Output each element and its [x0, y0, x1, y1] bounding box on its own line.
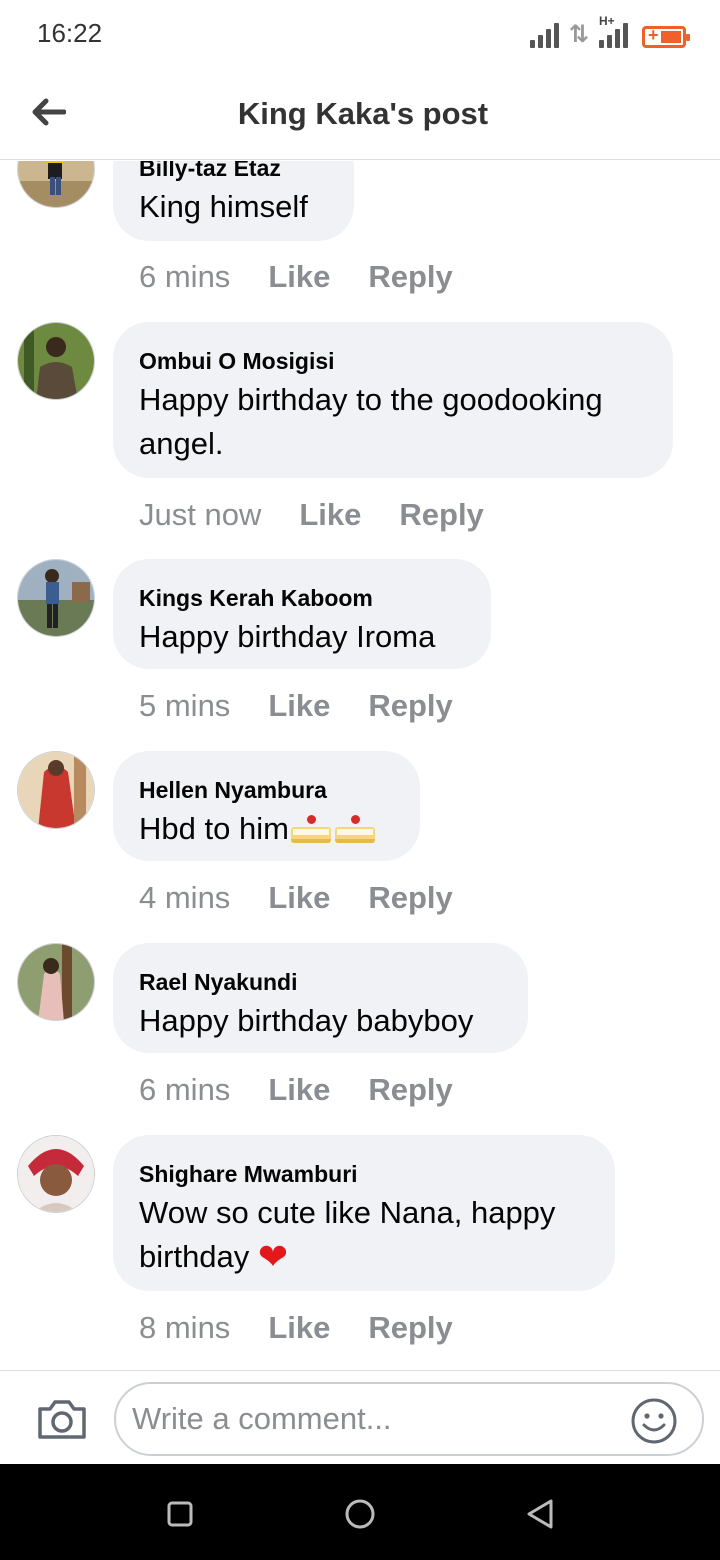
comment-bubble[interactable]: Ombui O Mosigisi Happy birthday to the g…	[113, 322, 673, 478]
comment-meta: 6 mins Like Reply	[139, 257, 453, 297]
avatar[interactable]	[17, 322, 95, 400]
comment-text: Happy birthday to the goodooking angel.	[139, 382, 603, 461]
system-nav-bar	[0, 1464, 720, 1560]
reply-button[interactable]: Reply	[368, 1070, 452, 1110]
heart-emoji-icon: ❤	[257, 1236, 289, 1277]
nav-home-icon	[345, 1499, 375, 1529]
system-back-button[interactable]	[520, 1494, 560, 1534]
reply-button[interactable]: Reply	[368, 1308, 452, 1348]
like-button[interactable]: Like	[268, 878, 330, 918]
comments-list[interactable]: Billy-taz Etaz King himself 6 mins Like …	[0, 161, 720, 1370]
avatar[interactable]	[17, 559, 95, 637]
comment-bubble[interactable]: Billy-taz Etaz King himself	[113, 161, 354, 241]
reply-button[interactable]: Reply	[368, 686, 452, 726]
comment-meta: 6 mins Like Reply	[139, 1070, 453, 1110]
comment-text: Happy birthday Iroma	[139, 619, 436, 654]
reply-button[interactable]: Reply	[368, 257, 452, 297]
battery-icon: +	[642, 25, 690, 48]
status-icons: ⇅ H+ +	[529, 14, 690, 48]
comment-bubble[interactable]: Rael Nyakundi Happy birthday babyboy	[113, 943, 528, 1053]
comment-meta: 5 mins Like Reply	[139, 686, 453, 726]
camera-icon	[38, 1400, 86, 1439]
like-button[interactable]: Like	[268, 1308, 330, 1348]
like-button[interactable]: Like	[268, 257, 330, 297]
reply-button[interactable]: Reply	[368, 878, 452, 918]
comment-author[interactable]: Ombui O Mosigisi	[139, 346, 647, 376]
home-button[interactable]	[340, 1494, 380, 1534]
comment-meta: 8 mins Like Reply	[139, 1308, 453, 1348]
comment-time: 4 mins	[139, 880, 231, 915]
comment-text: Happy birthday babyboy	[139, 1003, 474, 1038]
comment-bubble[interactable]: Shighare Mwamburi Wow so cute like Nana,…	[113, 1135, 615, 1291]
cake-emoji-icon	[290, 813, 333, 843]
recents-button[interactable]	[160, 1494, 200, 1534]
nav-back-icon	[527, 1499, 553, 1529]
comment-text-line: Wow so cute like Nana, happy birthday ❤	[139, 1191, 589, 1279]
like-button[interactable]: Like	[268, 1070, 330, 1110]
comment-text: Wow so cute like Nana, happy birthday	[139, 1195, 556, 1274]
cake-emoji-icon	[334, 813, 377, 843]
comment-text-line: Hbd to him	[139, 807, 394, 851]
camera-button[interactable]	[36, 1397, 88, 1441]
comment-author[interactable]: Shighare Mwamburi	[139, 1159, 589, 1189]
data-arrows-icon: ⇅	[568, 21, 589, 48]
comment-author[interactable]: Billy-taz Etaz	[139, 161, 328, 183]
reply-button[interactable]: Reply	[399, 495, 483, 535]
like-button[interactable]: Like	[299, 495, 361, 535]
network-type-label: H+	[599, 14, 615, 28]
comment-author[interactable]: Kings Kerah Kaboom	[139, 583, 465, 613]
comment-composer	[0, 1370, 720, 1464]
comment-input[interactable]	[114, 1382, 704, 1456]
avatar[interactable]	[17, 943, 95, 1021]
status-time: 16:22	[37, 18, 103, 48]
header: King Kaka's post	[0, 66, 720, 160]
comment-bubble[interactable]: Kings Kerah Kaboom Happy birthday Iroma	[113, 559, 491, 669]
comment-meta: 4 mins Like Reply	[139, 878, 453, 918]
avatar[interactable]	[17, 751, 95, 829]
signal-hplus-icon: H+	[599, 14, 628, 48]
comment-text: King himself	[139, 189, 308, 224]
comment-author[interactable]: Hellen Nyambura	[139, 775, 394, 805]
comment-author[interactable]: Rael Nyakundi	[139, 967, 502, 997]
signal-icon	[529, 22, 559, 48]
avatar[interactable]	[17, 1135, 95, 1213]
comment-time: 6 mins	[139, 1072, 231, 1107]
comment-time: 8 mins	[139, 1310, 231, 1345]
avatar[interactable]	[17, 161, 95, 208]
page-title: King Kaka's post	[237, 96, 489, 131]
comment-time: 6 mins	[139, 259, 231, 294]
emoji-button[interactable]	[630, 1397, 678, 1445]
comment-meta: Just now Like Reply	[139, 495, 484, 535]
like-button[interactable]: Like	[268, 686, 330, 726]
smiley-icon	[631, 1398, 677, 1444]
comment-bubble[interactable]: Hellen Nyambura Hbd to him	[113, 751, 420, 861]
nav-recents-icon	[167, 1501, 193, 1527]
comment-text: Hbd to him	[139, 811, 289, 846]
comment-time: 5 mins	[139, 688, 231, 723]
comment-time: Just now	[139, 497, 262, 532]
status-bar: 16:22 ⇅ H+ +	[0, 0, 720, 66]
